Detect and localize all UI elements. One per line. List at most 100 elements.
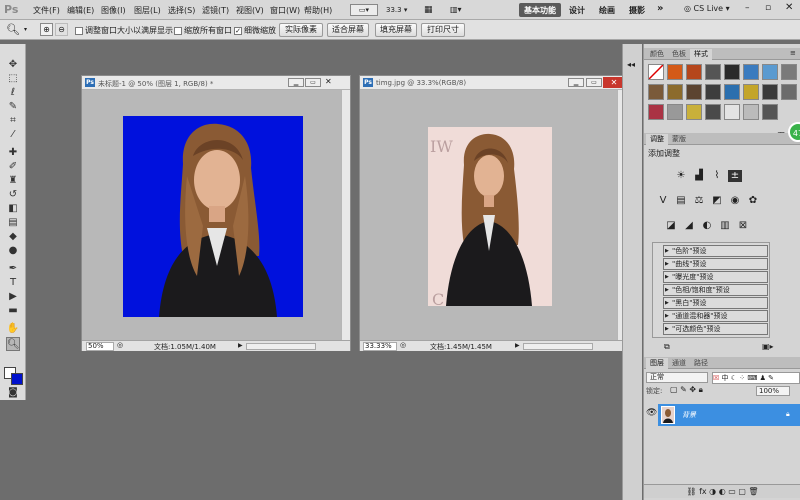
preset-levels[interactable]: "色阶"预设 [663, 245, 768, 257]
style-swatch[interactable] [781, 64, 797, 80]
zoom-field[interactable]: 33.33% [363, 342, 397, 351]
color-balance-icon[interactable]: ⚖ [692, 195, 706, 207]
healing-brush-tool-icon[interactable]: ✚ [6, 146, 20, 160]
workspace-basic[interactable]: 基本功能 [519, 3, 561, 17]
selective-color-icon[interactable]: ⊠ [736, 220, 750, 232]
style-swatch[interactable] [648, 104, 664, 120]
style-swatch[interactable] [667, 104, 683, 120]
minimize-icon[interactable]: ▁ [288, 78, 304, 87]
actual-pixels-button[interactable]: 实际像素 [279, 23, 323, 37]
fit-screen-button[interactable]: 适合屏幕 [327, 23, 369, 37]
tab-layers[interactable]: 图层 [646, 358, 668, 369]
hue-saturation-icon[interactable]: ▤ [674, 195, 688, 207]
preset-curves[interactable]: "曲线"预设 [663, 258, 768, 270]
document-1-titlebar[interactable]: Ps 未标题-1 @ 50% (图层 1, RGB/8) * ▁ ▭ ✕ [82, 76, 350, 90]
restore-app-icon[interactable]: ▫ [765, 3, 771, 13]
move-tool-icon[interactable]: ✥ [6, 58, 20, 72]
cs-live-button[interactable]: ◎ CS Live ▾ [684, 4, 730, 13]
close-icon[interactable]: ✕ [325, 77, 332, 86]
status-menu-icon[interactable]: ◎ [400, 341, 406, 349]
status-arrow-icon[interactable]: ▶ [515, 342, 520, 349]
minimize-icon[interactable]: ▁ [568, 78, 584, 87]
menu-view[interactable]: 视图(V) [236, 5, 264, 16]
visibility-eye-icon[interactable]: 👁︎ [646, 408, 657, 418]
black-white-icon[interactable]: ◩ [710, 195, 724, 207]
ime-mode[interactable]: 中 [722, 374, 729, 382]
quick-mask-icon[interactable]: ◙ [6, 386, 20, 400]
pen-tool-icon[interactable]: ✒ [6, 262, 20, 276]
blur-tool-icon[interactable]: ◆ [6, 230, 20, 244]
restore-icon[interactable]: ▭ [305, 78, 321, 87]
menu-select[interactable]: 选择(S) [168, 5, 195, 16]
style-swatch[interactable] [648, 84, 664, 100]
tab-styles[interactable]: 样式 [690, 49, 712, 60]
style-swatch[interactable] [743, 84, 759, 100]
preset-exposure[interactable]: "曝光度"预设 [663, 271, 768, 283]
preset-black-white[interactable]: "黑白"预设 [663, 297, 768, 309]
fill-screen-button[interactable]: 填充屏幕 [375, 23, 417, 37]
minimize-app-icon[interactable]: – [745, 3, 750, 13]
resize-windows-checkbox[interactable]: 调整窗口大小以满屏显示 [75, 25, 173, 36]
hand-tool-icon[interactable]: ✋ [6, 322, 20, 336]
style-swatch[interactable] [762, 64, 778, 80]
style-swatch[interactable] [724, 104, 740, 120]
workspace-photo[interactable]: 摄影 [624, 3, 650, 17]
lock-icons[interactable]: ▢ ✎ ✥ 🔒︎ [670, 385, 703, 395]
style-swatch[interactable] [781, 84, 797, 100]
zoom-tool-icon[interactable]: 🔍︎ [6, 23, 20, 36]
workspace-paint[interactable]: 绘画 [594, 3, 620, 17]
style-swatch[interactable] [705, 104, 721, 120]
blend-mode-select[interactable]: 正常 [646, 372, 708, 383]
invert-icon[interactable]: ◪ [664, 220, 678, 232]
menu-edit[interactable]: 编辑(E) [67, 5, 94, 16]
zoom-field[interactable]: 50% [86, 342, 114, 351]
zoom-level-select[interactable]: 33.3 ▾ [386, 4, 416, 16]
menu-window[interactable]: 窗口(W) [270, 5, 300, 16]
gradient-tool-icon[interactable]: ▤ [6, 216, 20, 230]
zoom-all-windows-checkbox[interactable]: 缩放所有窗口 [174, 25, 232, 36]
posterize-icon[interactable]: ◢ [682, 220, 696, 232]
vertical-scrollbar[interactable] [341, 90, 350, 340]
eraser-tool-icon[interactable]: ◧ [6, 202, 20, 216]
style-swatch[interactable] [762, 84, 778, 100]
workspace-more[interactable]: » [652, 1, 668, 15]
exposure-icon[interactable]: ± [728, 170, 742, 182]
menu-file[interactable]: 文件(F) [33, 5, 60, 16]
screen-mode-icon[interactable]: ▭▾ [350, 4, 378, 16]
vibrance-icon[interactable]: V [656, 195, 670, 207]
gradient-map-icon[interactable]: ▥ [718, 220, 732, 232]
shape-tool-icon[interactable]: ▬ [6, 304, 20, 318]
menu-layer[interactable]: 图层(L) [134, 5, 161, 16]
type-tool-icon[interactable]: T [6, 276, 20, 290]
style-swatch[interactable] [686, 104, 702, 120]
horizontal-scrollbar[interactable] [523, 343, 593, 350]
path-select-tool-icon[interactable]: ▶ [6, 290, 20, 304]
collapse-panels-icon[interactable]: ◂◂ [627, 60, 635, 69]
workspace-design[interactable]: 设计 [564, 3, 590, 17]
lasso-tool-icon[interactable]: ℓ [6, 86, 20, 100]
curves-icon[interactable]: ⌇ [710, 170, 724, 182]
style-swatch[interactable] [686, 64, 702, 80]
tab-paths[interactable]: 路径 [690, 358, 712, 369]
style-swatch[interactable] [686, 84, 702, 100]
eyedropper-tool-icon[interactable]: ⁄ [6, 128, 20, 142]
history-brush-tool-icon[interactable]: ↺ [6, 188, 20, 202]
menu-filter[interactable]: 滤镜(T) [202, 5, 229, 16]
horizontal-scrollbar[interactable] [246, 343, 316, 350]
view-extras-icon[interactable]: ▥▾ [450, 4, 472, 16]
crop-tool-icon[interactable]: ⌗ [6, 114, 20, 128]
style-swatch[interactable] [667, 84, 683, 100]
tab-masks[interactable]: 蒙版 [668, 134, 690, 145]
preset-hue-saturation[interactable]: "色相/饱和度"预设 [663, 284, 768, 296]
marquee-tool-icon[interactable]: ⬚ [6, 72, 20, 86]
arrange-icon[interactable]: ▦ [424, 4, 438, 16]
style-swatch[interactable] [743, 64, 759, 80]
clone-stamp-tool-icon[interactable]: ♜ [6, 174, 20, 188]
adjustment-layer-icon[interactable]: ⧉ [664, 342, 670, 352]
layer-row-background[interactable]: 背景 🔒︎ [658, 404, 800, 426]
close-app-icon[interactable]: ✕ [785, 2, 793, 13]
style-swatch[interactable] [724, 64, 740, 80]
scrubby-zoom-checkbox[interactable]: ✓ 细微缩放 [234, 25, 276, 36]
zoom-tool-selected-icon[interactable]: 🔍︎ [6, 337, 20, 351]
layers-footer-icons[interactable]: ⛓ fx ◑ ◐ ▭ ▢ 🗑︎ [644, 484, 800, 498]
